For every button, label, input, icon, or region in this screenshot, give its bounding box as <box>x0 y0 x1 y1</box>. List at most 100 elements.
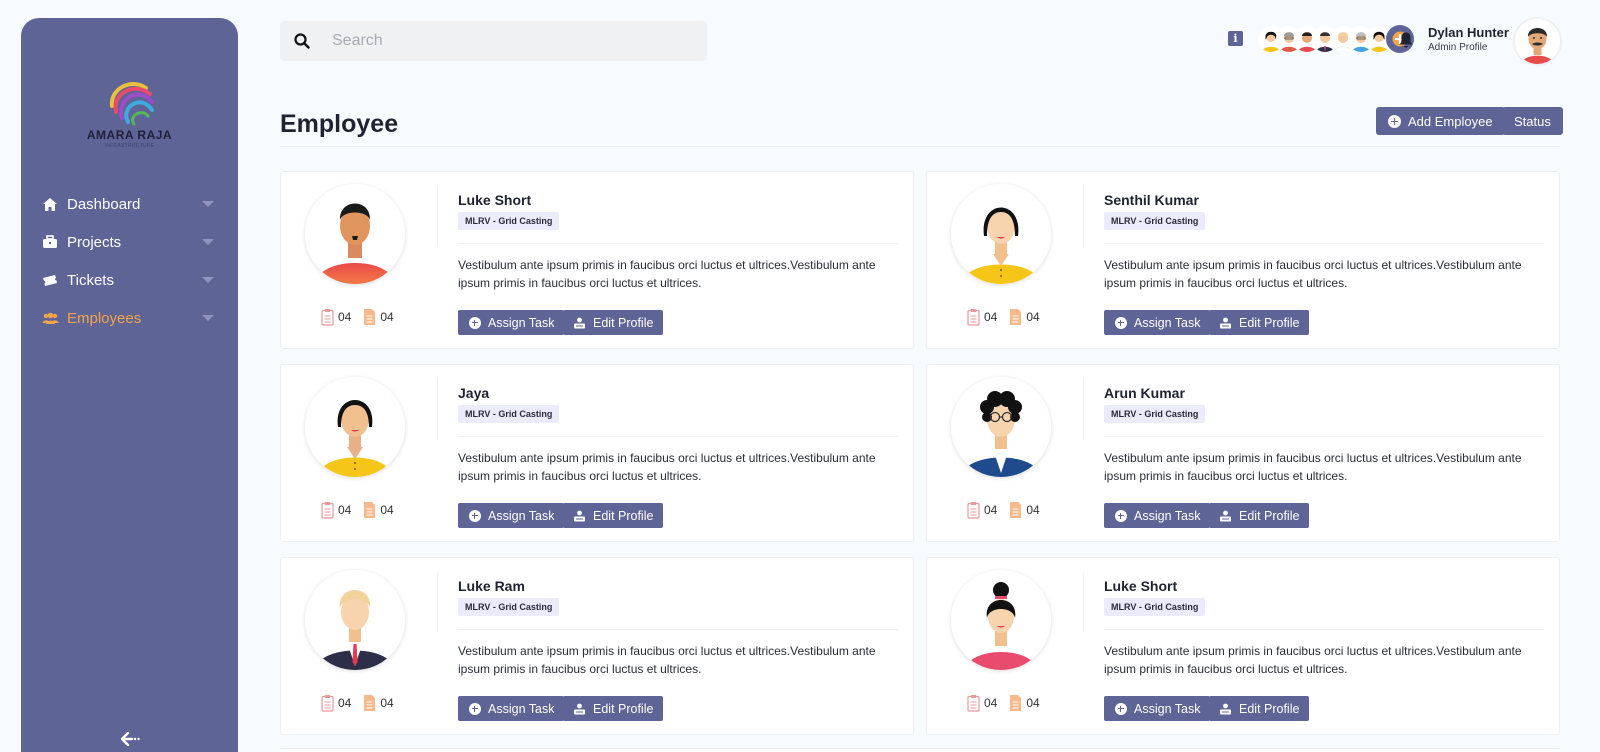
department-badge: MLRV - Grid Casting <box>458 405 560 423</box>
task-count: 04 <box>984 503 998 517</box>
sidebar-item-label: Projects <box>67 233 122 251</box>
user-role: Admin Profile <box>1428 42 1488 53</box>
plus-circle-icon <box>1114 316 1127 329</box>
employee-card: 04 04 Arun Kumar MLRV - Grid Casting Ves… <box>926 364 1560 542</box>
edit-profile-icon <box>1219 316 1232 329</box>
employee-stats: 04 04 <box>321 694 394 712</box>
info-icon[interactable]: i <box>1228 31 1243 46</box>
sidebar-item-tickets[interactable]: Tickets <box>21 261 238 299</box>
employee-card: 04 04 Jaya MLRV - Grid Casting Vestibulu… <box>280 364 914 542</box>
add-employee-label: Add Employee <box>1408 113 1493 129</box>
clipboard-icon <box>967 695 980 712</box>
sidebar-item-dashboard[interactable]: Dashboard <box>21 185 238 223</box>
employee-photo <box>951 184 1051 284</box>
edit-profile-icon <box>573 702 586 715</box>
edit-profile-icon <box>573 316 586 329</box>
assign-task-button[interactable]: Assign Task <box>1104 696 1211 721</box>
search-icon[interactable] <box>280 21 324 61</box>
employee-name[interactable]: Jaya <box>458 385 489 401</box>
employee-card: 04 04 Luke Short MLRV - Grid Casting Ves… <box>280 171 914 349</box>
collapse-sidebar-button[interactable] <box>119 730 141 748</box>
edit-profile-button[interactable]: Edit Profile <box>1209 310 1310 335</box>
employee-stats: 04 04 <box>321 308 394 326</box>
card-separator <box>1083 572 1084 632</box>
edit-profile-icon <box>1219 702 1232 715</box>
assign-task-button[interactable]: Assign Task <box>458 503 565 528</box>
employee-photo <box>951 377 1051 477</box>
team-avatar-group[interactable] <box>1258 25 1414 54</box>
card-divider <box>458 243 898 244</box>
plus-circle-icon <box>1114 509 1127 522</box>
employee-stats: 04 04 <box>967 694 1040 712</box>
home-icon <box>41 196 59 212</box>
edit-profile-button[interactable]: Edit Profile <box>563 696 664 721</box>
status-button[interactable]: Status <box>1502 107 1563 135</box>
employee-name[interactable]: Arun Kumar <box>1104 385 1185 401</box>
clipboard-icon <box>321 502 334 519</box>
task-count: 04 <box>338 503 352 517</box>
assign-task-button[interactable]: Assign Task <box>1104 310 1211 335</box>
search-bar <box>280 21 707 61</box>
header-divider <box>280 146 1560 147</box>
employee-name[interactable]: Luke Short <box>1104 578 1177 594</box>
card-divider <box>458 436 898 437</box>
employee-name[interactable]: Luke Ram <box>458 578 525 594</box>
edit-profile-button[interactable]: Edit Profile <box>1209 696 1310 721</box>
document-icon <box>364 309 376 325</box>
document-icon <box>364 502 376 518</box>
employee-stats: 04 04 <box>321 501 394 519</box>
task-count: 04 <box>338 310 352 324</box>
user-avatar[interactable] <box>1515 19 1560 64</box>
card-divider <box>458 629 898 630</box>
plus-circle-icon <box>468 702 481 715</box>
document-icon <box>1010 502 1022 518</box>
task-count: 04 <box>984 310 998 324</box>
sidebar: AMARA RAJA INFRASTRUCTURE Dashboard Proj… <box>21 18 238 752</box>
sidebar-item-label: Tickets <box>67 271 114 289</box>
department-badge: MLRV - Grid Casting <box>1104 405 1206 423</box>
employee-name[interactable]: Senthil Kumar <box>1104 192 1199 208</box>
card-separator <box>437 572 438 632</box>
employee-photo <box>305 377 405 477</box>
card-divider <box>1104 436 1544 437</box>
brand-tagline: INFRASTRUCTURE <box>104 143 155 149</box>
assign-task-label: Assign Task <box>1134 701 1201 716</box>
card-separator <box>437 379 438 439</box>
sidebar-item-projects[interactable]: Projects <box>21 223 238 261</box>
sidebar-item-employees[interactable]: Employees <box>21 299 238 337</box>
employee-name[interactable]: Luke Short <box>458 192 531 208</box>
document-count: 04 <box>380 310 394 324</box>
user-name[interactable]: Dylan Hunter <box>1428 25 1509 40</box>
edit-profile-icon <box>573 509 586 522</box>
notification-bell-icon[interactable] <box>1398 31 1414 49</box>
edit-profile-icon <box>1219 509 1232 522</box>
edit-profile-button[interactable]: Edit Profile <box>563 310 664 335</box>
assign-task-label: Assign Task <box>1134 315 1201 330</box>
edit-profile-label: Edit Profile <box>593 315 654 330</box>
assign-task-button[interactable]: Assign Task <box>458 696 565 721</box>
employee-description: Vestibulum ante ipsum primis in faucibus… <box>1104 258 1522 290</box>
task-count: 04 <box>338 696 352 710</box>
ticket-icon <box>41 272 59 288</box>
plus-circle-icon <box>1388 114 1401 128</box>
assign-task-button[interactable]: Assign Task <box>458 310 565 335</box>
card-separator <box>437 186 438 246</box>
plus-circle-icon <box>468 316 481 329</box>
document-count: 04 <box>380 503 394 517</box>
card-separator <box>1083 186 1084 246</box>
edit-profile-label: Edit Profile <box>593 508 654 523</box>
assign-task-label: Assign Task <box>488 508 555 523</box>
edit-profile-button[interactable]: Edit Profile <box>1209 503 1310 528</box>
edit-profile-label: Edit Profile <box>1239 701 1300 716</box>
clipboard-icon <box>967 502 980 519</box>
assign-task-label: Assign Task <box>488 701 555 716</box>
employee-photo <box>951 570 1051 670</box>
search-input[interactable] <box>332 32 692 50</box>
sidebar-item-label: Employees <box>67 309 142 327</box>
assign-task-button[interactable]: Assign Task <box>1104 503 1211 528</box>
employee-card: 04 04 Luke Ram MLRV - Grid Casting Vesti… <box>280 557 914 735</box>
document-icon <box>1010 309 1022 325</box>
edit-profile-button[interactable]: Edit Profile <box>563 503 664 528</box>
add-employee-button[interactable]: Add Employee <box>1376 107 1505 135</box>
brand-swirl-icon <box>109 82 154 126</box>
